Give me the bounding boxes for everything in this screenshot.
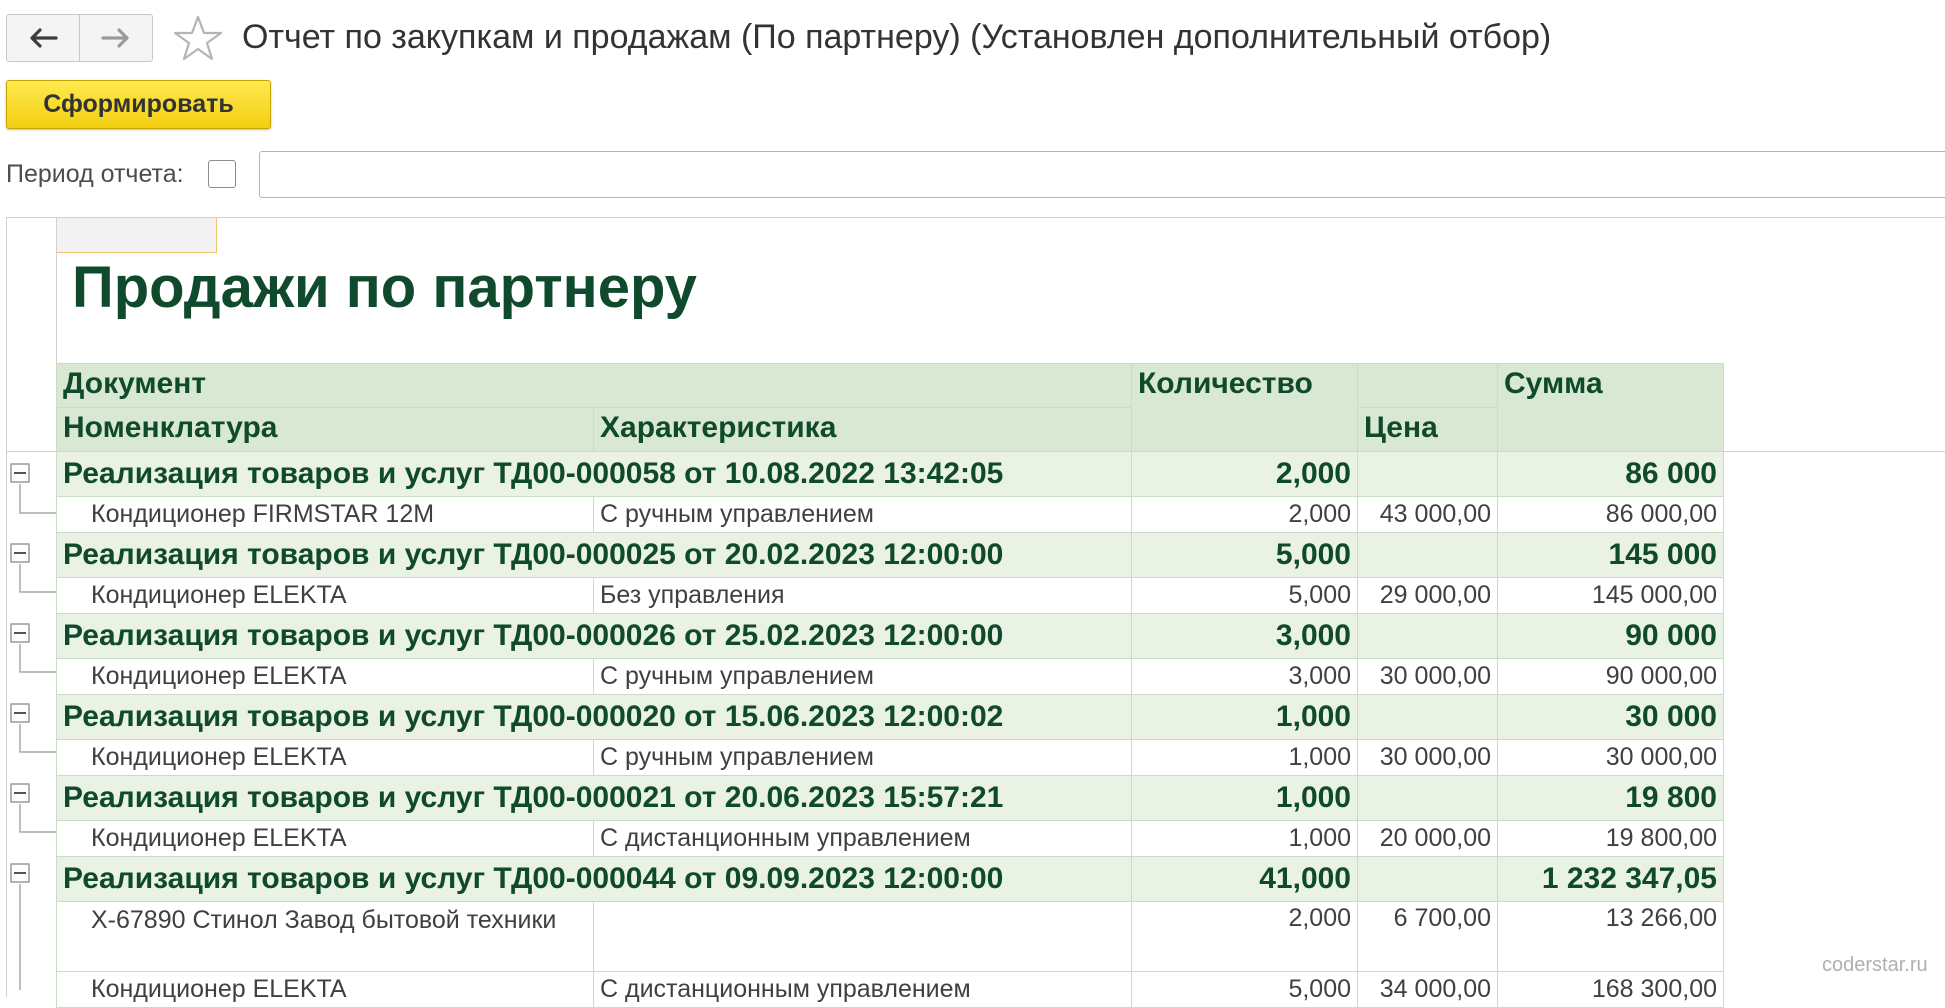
group-document[interactable]: Реализация товаров и услуг ТД00-000025 о… [56, 532, 1132, 578]
arrow-left-icon [30, 28, 58, 48]
item-price: 30 000,00 [1357, 658, 1498, 695]
item-row[interactable]: Кондиционер ELEKTA С ручным управлением … [56, 739, 1724, 776]
item-row[interactable]: Кондиционер FIRMSTAR 12M С ручным управл… [56, 496, 1724, 533]
header-price: Цена [1357, 407, 1498, 452]
item-name[interactable]: Кондиционер ELEKTA [56, 577, 594, 614]
item-characteristic: С ручным управлением [593, 658, 1132, 695]
back-button[interactable] [7, 15, 79, 61]
header-document: Документ [56, 363, 1132, 408]
group-quantity: 1,000 [1131, 775, 1358, 821]
group-row[interactable]: Реализация товаров и услуг ТД00-000026 о… [56, 613, 1724, 659]
item-row[interactable]: Кондиционер ELEKTA С дистанционным управ… [56, 820, 1724, 857]
item-amount: 19 800,00 [1497, 820, 1724, 857]
group-quantity: 1,000 [1131, 694, 1358, 740]
item-quantity: 2,000 [1131, 496, 1358, 533]
window-title: Отчет по закупкам и продажам (По партнер… [242, 18, 1552, 56]
group-quantity: 5,000 [1131, 532, 1358, 578]
group-amount: 30 000 [1497, 694, 1724, 740]
item-price: 30 000,00 [1357, 739, 1498, 776]
item-characteristic: С ручным управлением [593, 496, 1132, 533]
item-quantity: 1,000 [1131, 820, 1358, 857]
group-price [1357, 856, 1498, 902]
item-amount: 86 000,00 [1497, 496, 1724, 533]
watermark: coderstar.ru [1822, 954, 1928, 976]
item-row[interactable]: Кондиционер ELEKTA Без управления 5,000 … [56, 577, 1724, 614]
item-price: 29 000,00 [1357, 577, 1498, 614]
item-name[interactable]: Кондиционер FIRMSTAR 12M [56, 496, 594, 533]
arrow-right-icon [101, 28, 129, 48]
group-amount: 90 000 [1497, 613, 1724, 659]
item-characteristic: С ручным управлением [593, 739, 1132, 776]
item-characteristic [593, 901, 1132, 972]
group-row[interactable]: Реализация товаров и услуг ТД00-000021 о… [56, 775, 1724, 821]
group-document[interactable]: Реализация товаров и услуг ТД00-000026 о… [56, 613, 1132, 659]
navigation-buttons [6, 14, 153, 62]
item-amount: 90 000,00 [1497, 658, 1724, 695]
group-quantity: 41,000 [1131, 856, 1358, 902]
item-quantity: 3,000 [1131, 658, 1358, 695]
item-row[interactable]: X-67890 Стинол Завод бытовой техники 2,0… [56, 901, 1724, 972]
item-name[interactable]: Кондиционер ELEKTA [56, 820, 594, 857]
header-characteristic: Характеристика [593, 407, 1132, 452]
group-price [1357, 451, 1498, 497]
item-name[interactable]: Кондиционер ELEKTA [56, 739, 594, 776]
item-quantity: 2,000 [1131, 901, 1358, 972]
item-price: 6 700,00 [1357, 901, 1498, 972]
header-amount: Сумма [1497, 363, 1724, 452]
group-quantity: 3,000 [1131, 613, 1358, 659]
header-row-2: Номенклатура Характеристика Цена [56, 407, 1724, 452]
header-quantity: Количество [1131, 363, 1358, 452]
period-label: Период отчета: [6, 160, 184, 188]
item-amount: 30 000,00 [1497, 739, 1724, 776]
group-amount: 86 000 [1497, 451, 1724, 497]
corner-cell[interactable] [57, 218, 217, 253]
group-amount: 19 800 [1497, 775, 1724, 821]
group-price [1357, 694, 1498, 740]
period-checkbox[interactable] [208, 160, 236, 188]
item-characteristic: С дистанционным управлением [593, 820, 1132, 857]
group-row[interactable]: Реализация товаров и услуг ТД00-000025 о… [56, 532, 1724, 578]
group-row[interactable]: Реализация товаров и услуг ТД00-000044 о… [56, 856, 1724, 902]
item-quantity: 1,000 [1131, 739, 1358, 776]
group-document[interactable]: Реализация товаров и услуг ТД00-000020 о… [56, 694, 1132, 740]
group-row[interactable]: Реализация товаров и услуг ТД00-000020 о… [56, 694, 1724, 740]
report-title: Продажи по партнеру [72, 255, 697, 320]
item-price: 20 000,00 [1357, 820, 1498, 857]
item-amount: 145 000,00 [1497, 577, 1724, 614]
item-row[interactable]: Кондиционер ELEKTA С ручным управлением … [56, 658, 1724, 695]
generate-button[interactable]: Сформировать [6, 80, 271, 129]
forward-button[interactable] [79, 15, 152, 61]
group-document[interactable]: Реализация товаров и услуг ТД00-000058 о… [56, 451, 1132, 497]
item-characteristic: Без управления [593, 577, 1132, 614]
group-document[interactable]: Реализация товаров и услуг ТД00-000021 о… [56, 775, 1132, 821]
item-name[interactable]: X-67890 Стинол Завод бытовой техники [56, 901, 594, 972]
header-price-top [1357, 363, 1498, 408]
group-price [1357, 532, 1498, 578]
period-input[interactable] [259, 151, 1945, 198]
item-name[interactable]: Кондиционер ELEKTA [56, 658, 594, 695]
group-row[interactable]: Реализация товаров и услуг ТД00-000058 о… [56, 451, 1724, 497]
group-amount: 145 000 [1497, 532, 1724, 578]
group-amount: 1 232 347,05 [1497, 856, 1724, 902]
group-document[interactable]: Реализация товаров и услуг ТД00-000044 о… [56, 856, 1132, 902]
star-outline-icon[interactable] [173, 15, 223, 61]
item-quantity: 5,000 [1131, 577, 1358, 614]
report-table: Документ Количество Сумма Номенклатура Х… [56, 363, 1724, 1008]
group-price [1357, 775, 1498, 821]
group-price [1357, 613, 1498, 659]
item-amount: 13 266,00 [1497, 901, 1724, 972]
group-quantity: 2,000 [1131, 451, 1358, 497]
header-row-1: Документ Количество Сумма [56, 363, 1724, 452]
item-price: 43 000,00 [1357, 496, 1498, 533]
header-nomenclature: Номенклатура [56, 407, 594, 452]
